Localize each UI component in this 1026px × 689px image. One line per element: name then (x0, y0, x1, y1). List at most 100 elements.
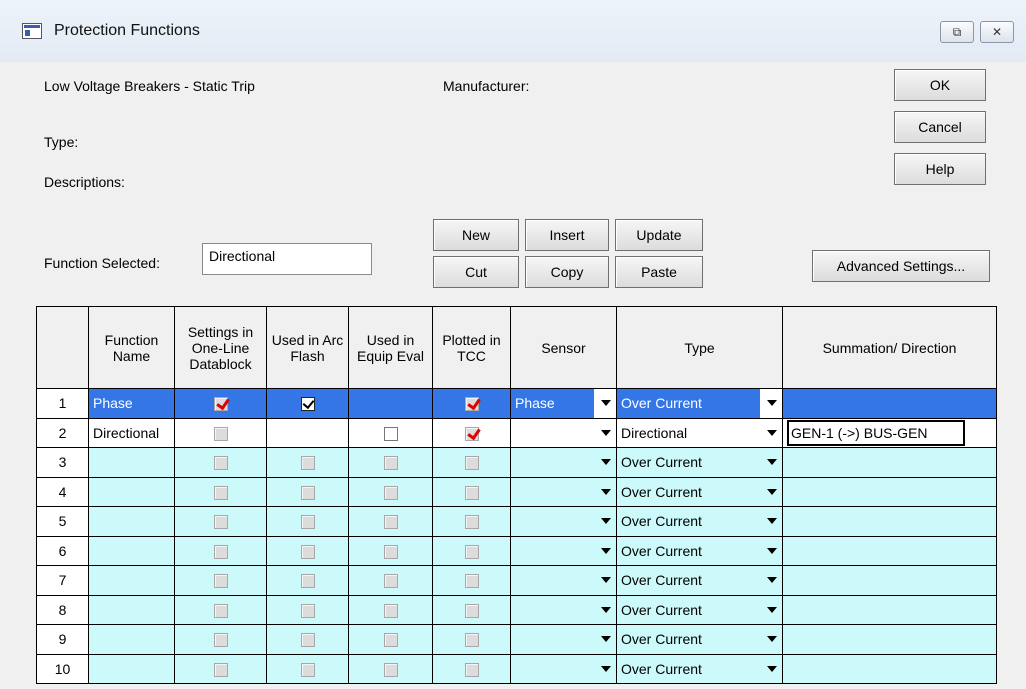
checkbox-icon[interactable] (213, 426, 228, 441)
tcc-cell[interactable] (432, 594, 511, 625)
chevron-down-icon[interactable] (601, 547, 611, 554)
black-check-icon[interactable] (300, 397, 315, 412)
arc-flash-cell[interactable] (266, 624, 349, 655)
header-arc-flash[interactable]: Used in Arc Flash (266, 306, 349, 389)
arc-flash-cell[interactable] (266, 417, 349, 448)
function-name-cell[interactable] (88, 447, 175, 478)
settings-cell[interactable] (174, 624, 267, 655)
checkbox-icon[interactable] (464, 515, 479, 530)
chevron-down-icon[interactable] (767, 547, 777, 554)
type-cell[interactable]: Over Current (616, 624, 783, 655)
header-tcc[interactable]: Plotted in TCC (432, 306, 511, 389)
checkbox-icon[interactable] (464, 603, 479, 618)
checkbox-icon[interactable] (383, 456, 398, 471)
function-name-cell[interactable]: Phase (88, 388, 175, 419)
tcc-cell[interactable] (432, 653, 511, 684)
equip-eval-cell[interactable] (348, 535, 433, 566)
chevron-down-icon[interactable] (767, 488, 777, 495)
tcc-cell[interactable] (432, 417, 511, 448)
type-cell[interactable]: Over Current (616, 476, 783, 507)
checkbox-icon[interactable] (300, 662, 315, 677)
arc-flash-cell[interactable] (266, 388, 349, 419)
paste-button[interactable]: Paste (615, 256, 703, 288)
type-cell[interactable]: Over Current (616, 506, 783, 537)
table-row[interactable]: 10 Over Current (36, 653, 997, 684)
checkbox-icon[interactable] (464, 544, 479, 559)
checkbox-icon[interactable] (383, 574, 398, 589)
type-cell[interactable]: Directional (616, 417, 783, 448)
tcc-cell[interactable] (432, 624, 511, 655)
arc-flash-cell[interactable] (266, 594, 349, 625)
arc-flash-cell[interactable] (266, 506, 349, 537)
summation-editor[interactable]: GEN-1 (->) BUS-GEN (787, 419, 965, 446)
summation-cell[interactable] (782, 594, 997, 625)
sensor-cell[interactable] (510, 565, 617, 596)
function-name-cell[interactable]: Directional (88, 417, 175, 448)
type-cell[interactable]: Over Current (616, 594, 783, 625)
summation-cell[interactable] (782, 535, 997, 566)
chevron-down-icon[interactable] (767, 577, 777, 583)
settings-cell[interactable] (174, 653, 267, 684)
header-equip-eval[interactable]: Used in Equip Eval (348, 306, 433, 389)
settings-cell[interactable] (174, 417, 267, 448)
checkbox-icon[interactable] (213, 544, 228, 559)
chevron-down-icon[interactable] (767, 400, 777, 406)
new-button[interactable]: New (433, 219, 519, 251)
checkbox-icon[interactable] (300, 456, 315, 471)
checkbox-icon[interactable] (300, 633, 315, 648)
tcc-cell[interactable] (432, 476, 511, 507)
equip-eval-cell[interactable] (348, 388, 433, 419)
advanced-settings-button[interactable]: Advanced Settings... (812, 250, 990, 282)
summation-cell[interactable] (782, 447, 997, 478)
function-name-cell[interactable] (88, 624, 175, 655)
chevron-down-icon[interactable] (767, 518, 777, 524)
checkbox-icon[interactable] (383, 426, 398, 441)
settings-cell[interactable] (174, 506, 267, 537)
header-summation[interactable]: Summation/ Direction (782, 306, 997, 389)
header-sensor[interactable]: Sensor (510, 306, 617, 389)
checkbox-icon[interactable] (213, 603, 228, 618)
checkbox-icon[interactable] (213, 662, 228, 677)
table-row[interactable]: 8 Over Current (36, 594, 997, 625)
checkbox-icon[interactable] (464, 456, 479, 471)
checkbox-icon[interactable] (213, 485, 228, 500)
chevron-down-icon[interactable] (767, 459, 777, 465)
checkbox-icon[interactable] (464, 633, 479, 648)
settings-cell[interactable] (174, 535, 267, 566)
checkbox-icon[interactable] (383, 633, 398, 648)
checkbox-icon[interactable] (464, 574, 479, 589)
arc-flash-cell[interactable] (266, 535, 349, 566)
chevron-down-icon[interactable] (601, 665, 611, 672)
checkbox-icon[interactable] (213, 574, 228, 589)
checkbox-icon[interactable] (300, 544, 315, 559)
chevron-down-icon[interactable] (767, 606, 777, 613)
sensor-cell[interactable] (510, 535, 617, 566)
chevron-down-icon[interactable] (601, 488, 611, 495)
checkbox-icon[interactable] (300, 485, 315, 500)
function-name-cell[interactable] (88, 535, 175, 566)
sensor-cell[interactable] (510, 624, 617, 655)
header-type[interactable]: Type (616, 306, 783, 389)
checkbox-icon[interactable] (383, 515, 398, 530)
ok-button[interactable]: OK (894, 69, 986, 101)
chevron-down-icon[interactable] (601, 518, 611, 524)
function-name-cell[interactable] (88, 476, 175, 507)
function-name-cell[interactable] (88, 506, 175, 537)
chevron-down-icon[interactable] (601, 459, 611, 465)
header-function-name[interactable]: Function Name (88, 306, 175, 389)
function-selected-field[interactable]: Directional (202, 243, 372, 275)
red-check-icon[interactable] (464, 397, 479, 412)
settings-cell[interactable] (174, 594, 267, 625)
settings-cell[interactable] (174, 476, 267, 507)
update-button[interactable]: Update (615, 219, 703, 251)
chevron-down-icon[interactable] (601, 636, 611, 642)
type-cell[interactable]: Over Current (616, 565, 783, 596)
chevron-down-icon[interactable] (767, 429, 777, 436)
sensor-cell[interactable] (510, 653, 617, 684)
sensor-cell[interactable]: Phase (510, 388, 617, 419)
checkbox-icon[interactable] (300, 574, 315, 589)
cancel-button[interactable]: Cancel (894, 111, 986, 143)
function-name-cell[interactable] (88, 653, 175, 684)
table-row[interactable]: 6 Over Current (36, 535, 997, 566)
type-cell[interactable]: Over Current (616, 535, 783, 566)
